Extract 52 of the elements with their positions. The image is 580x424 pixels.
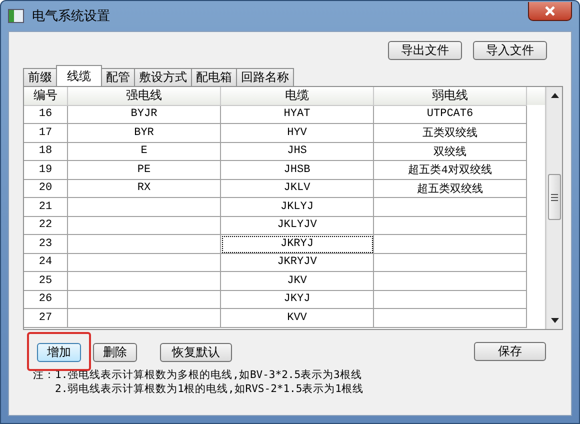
table-cell: HYV	[221, 124, 374, 142]
table-cell: JKRYJ	[221, 235, 374, 254]
table-cell: KVV	[221, 309, 374, 328]
table-cell: JKLV	[221, 180, 374, 198]
table-cell: 21	[24, 198, 68, 216]
table-cell: 27	[24, 309, 68, 328]
file-button[interactable]: 导出文件	[388, 41, 462, 60]
table-cell: 19	[24, 161, 68, 180]
table-cell: RX	[68, 180, 221, 198]
table-cell: 22	[24, 216, 68, 235]
tab[interactable]: 回路名称	[236, 68, 294, 86]
table-cell: PE	[68, 161, 221, 180]
table-cell: 16	[24, 106, 68, 124]
tab[interactable]: 配管	[101, 68, 135, 86]
table-cell: HYAT	[221, 106, 374, 124]
table-cell: 18	[24, 142, 68, 161]
table-cell: BYR	[68, 124, 221, 142]
table-cell: BYJR	[68, 106, 221, 124]
window-title: 电气系统设置	[32, 8, 111, 25]
table-cell: E	[68, 142, 221, 161]
table-cell: 24	[24, 254, 68, 272]
tab[interactable]: 线缆	[56, 65, 102, 86]
table-cell: 20	[24, 180, 68, 198]
table-cell: JKV	[221, 272, 374, 290]
column-header[interactable]: 弱电线	[374, 87, 527, 106]
table-cell: JKRYJV	[221, 254, 374, 272]
action-button[interactable]: 恢复默认	[160, 343, 232, 362]
table-cell: JKLYJ	[221, 198, 374, 216]
file-button[interactable]: 导入文件	[473, 41, 547, 60]
scrollbar[interactable]	[546, 87, 562, 329]
close-icon	[544, 6, 556, 16]
app-icon	[8, 9, 24, 23]
table-cell: 23	[24, 235, 68, 254]
column-header[interactable]: 电缆	[221, 87, 374, 106]
table-cell: JKYJ	[221, 290, 374, 309]
action-button[interactable]: 增加	[37, 343, 81, 362]
tab[interactable]: 前缀	[23, 68, 57, 86]
table-cell: JKLYJV	[221, 216, 374, 235]
tab[interactable]: 配电箱	[191, 68, 237, 86]
table-cell: JHS	[221, 142, 374, 161]
table-cell: JHSB	[221, 161, 374, 180]
column-header[interactable]: 强电线	[68, 87, 221, 106]
table-cell: 26	[24, 290, 68, 309]
column-header[interactable]: 编号	[24, 87, 68, 106]
note-text: 2.弱电线表示计算根数为1根的电线,如RVS-2*1.5表示为1根线	[54, 382, 365, 396]
table-cell: 25	[24, 272, 68, 290]
table-cell: 17	[24, 124, 68, 142]
close-button[interactable]	[528, 2, 572, 20]
scroll-thumb[interactable]	[548, 174, 561, 220]
save-button[interactable]: 保存	[474, 342, 546, 361]
tab[interactable]: 敷设方式	[134, 68, 192, 86]
action-button[interactable]: 删除	[93, 343, 137, 362]
